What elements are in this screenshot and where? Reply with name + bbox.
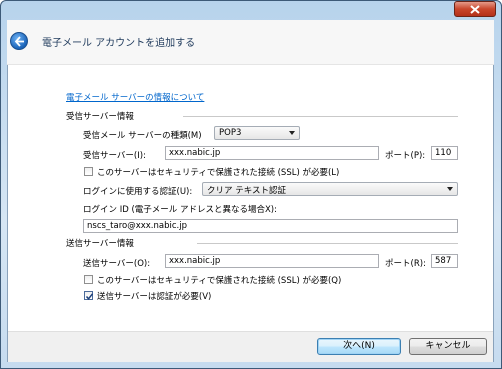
outgoing-section-divider (197, 243, 458, 244)
incoming-port-label: ポート(P): (385, 151, 426, 161)
incoming-type-label: 受信メール サーバーの種類(M) (83, 131, 202, 141)
login-id-input[interactable]: nscs_taro@xxx.nabic.jp (83, 219, 458, 233)
auth-method-value: クリア テキスト認証 (207, 186, 286, 196)
login-id-label: ログイン ID (電子メール アドレスと異なる場合X): (83, 205, 277, 215)
back-button[interactable] (10, 32, 28, 50)
close-icon (470, 5, 480, 14)
server-info-link[interactable]: 電子メール サーバーの情報について (66, 91, 204, 103)
incoming-section-label: 受信サーバー情報 (66, 112, 134, 122)
outgoing-server-label: 送信サーバー(O): (83, 259, 151, 269)
outgoing-ssl-checkbox[interactable] (84, 275, 93, 284)
cancel-button[interactable]: キャンセル (409, 338, 487, 355)
back-arrow-icon (14, 36, 24, 47)
auth-method-select[interactable]: クリア テキスト認証 (202, 182, 458, 196)
incoming-server-input[interactable]: xxx.nabic.jp (165, 146, 379, 160)
auth-method-label: ログインに使用する認証(U): (83, 187, 193, 197)
outgoing-ssl-label: このサーバーはセキュリティで保護された接続 (SSL) が必要(Q) (97, 276, 342, 286)
outgoing-auth-label: 送信サーバーは認証が必要(V) (97, 292, 212, 302)
incoming-section-divider (183, 116, 458, 117)
checkmark-icon (85, 293, 94, 300)
next-button[interactable]: 次へ(N) (317, 338, 401, 355)
outgoing-server-value: xxx.nabic.jp (169, 256, 221, 266)
outgoing-port-input[interactable]: 587 (431, 254, 458, 268)
chevron-down-icon (289, 131, 295, 135)
outgoing-server-input[interactable]: xxx.nabic.jp (165, 254, 379, 268)
outgoing-port-value: 587 (435, 256, 452, 266)
incoming-type-value: POP3 (219, 128, 242, 138)
header-divider (7, 64, 494, 65)
outgoing-section-label: 送信サーバー情報 (66, 239, 134, 249)
incoming-ssl-label: このサーバーはセキュリティで保護された接続 (SSL) が必要(L) (97, 168, 340, 178)
incoming-server-label: 受信サーバー(I): (83, 151, 146, 161)
login-id-value: nscs_taro@xxx.nabic.jp (87, 221, 187, 231)
outgoing-auth-checkbox[interactable] (84, 291, 94, 300)
incoming-server-value: xxx.nabic.jp (169, 148, 221, 158)
incoming-port-input[interactable]: 110 (431, 146, 458, 160)
incoming-type-select[interactable]: POP3 (214, 126, 300, 140)
incoming-ssl-checkbox[interactable] (84, 167, 93, 176)
outgoing-port-label: ポート(R): (385, 259, 426, 269)
close-button[interactable] (454, 1, 496, 17)
incoming-port-value: 110 (435, 148, 452, 158)
dialog-title: 電子メール アカウントを追加する (42, 38, 196, 49)
chevron-down-icon (447, 187, 453, 191)
